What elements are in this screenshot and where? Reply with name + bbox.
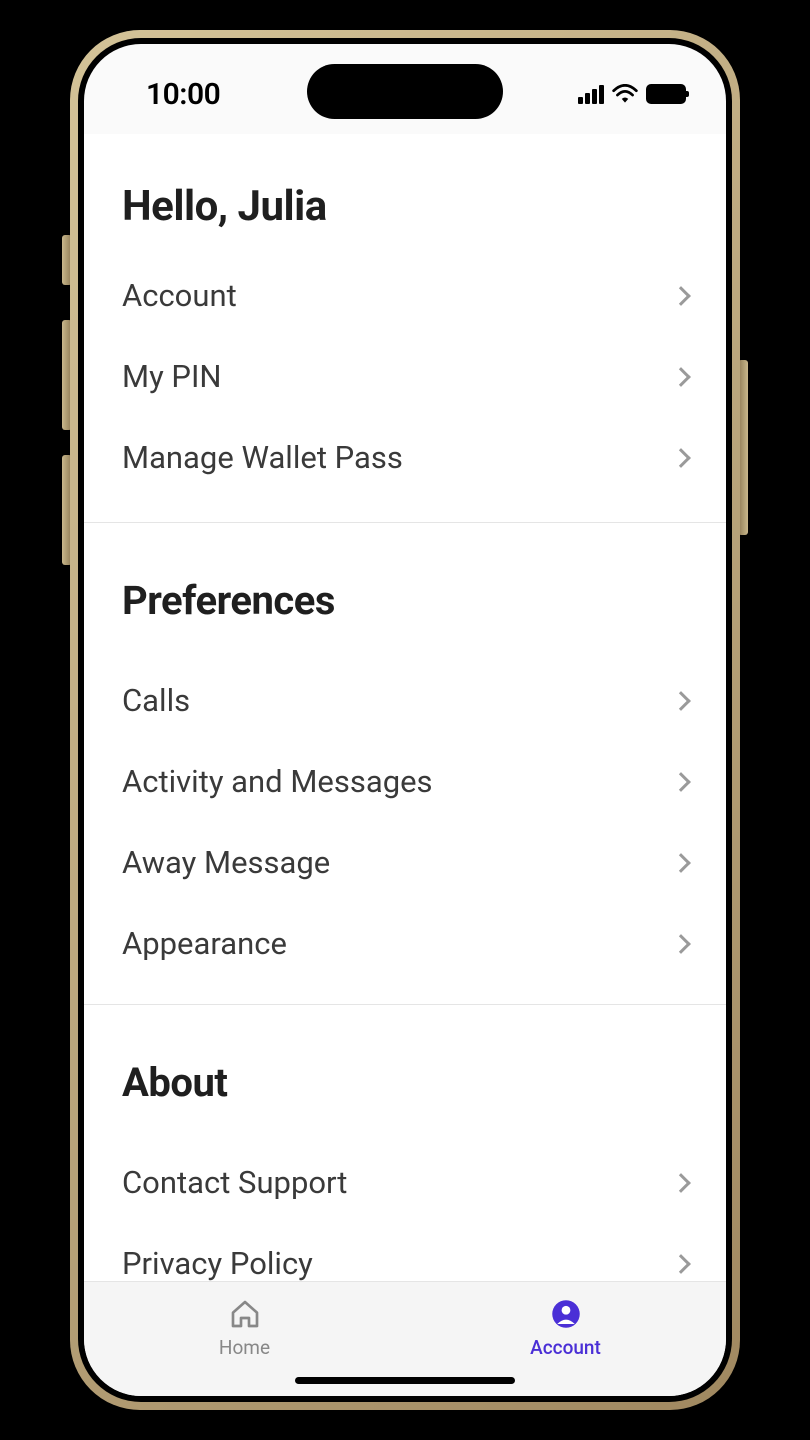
row-away-message[interactable]: Away Message xyxy=(84,822,726,903)
row-label: Privacy Policy xyxy=(122,1245,313,1281)
row-label: My PIN xyxy=(122,358,222,395)
row-label: Manage Wallet Pass xyxy=(122,439,403,476)
battery-icon xyxy=(646,84,686,104)
chevron-right-icon xyxy=(671,1254,691,1274)
account-icon xyxy=(548,1296,584,1332)
row-account[interactable]: Account xyxy=(84,255,726,336)
tab-account-label: Account xyxy=(530,1336,601,1359)
status-time: 10:00 xyxy=(124,77,220,112)
row-my-pin[interactable]: My PIN xyxy=(84,336,726,417)
chevron-right-icon xyxy=(671,934,691,954)
home-indicator[interactable] xyxy=(295,1377,515,1384)
wifi-icon xyxy=(612,84,638,104)
row-label: Calls xyxy=(122,682,190,719)
row-label: Appearance xyxy=(122,925,287,962)
phone-frame: 10:00 xyxy=(0,0,810,1440)
row-manage-wallet-pass[interactable]: Manage Wallet Pass xyxy=(84,417,726,498)
dynamic-island xyxy=(307,64,503,119)
row-calls[interactable]: Calls xyxy=(84,660,726,741)
chevron-right-icon xyxy=(671,448,691,468)
row-label: Account xyxy=(122,277,237,314)
section-preferences: Preferences Calls Activity and Messages … xyxy=(84,523,726,1005)
row-contact-support[interactable]: Contact Support xyxy=(84,1142,726,1223)
home-icon xyxy=(227,1296,263,1332)
section-header-about: About xyxy=(84,1005,726,1142)
chevron-right-icon xyxy=(671,853,691,873)
cellular-signal-icon xyxy=(578,84,604,104)
row-label: Away Message xyxy=(122,844,330,881)
bezel: 10:00 xyxy=(70,30,740,1410)
row-label: Activity and Messages xyxy=(122,763,433,800)
section-header-preferences: Preferences xyxy=(84,523,726,660)
greeting: Hello, Julia xyxy=(84,134,726,255)
tab-account[interactable]: Account xyxy=(506,1296,626,1359)
row-privacy-policy[interactable]: Privacy Policy xyxy=(84,1223,726,1281)
chevron-right-icon xyxy=(671,367,691,387)
section-about: About Contact Support Privacy Policy Ter… xyxy=(84,1005,726,1281)
screen: 10:00 xyxy=(84,44,726,1396)
row-appearance[interactable]: Appearance xyxy=(84,903,726,984)
chevron-right-icon xyxy=(671,286,691,306)
row-label: Contact Support xyxy=(122,1164,347,1201)
chevron-right-icon xyxy=(671,1173,691,1193)
row-activity-messages[interactable]: Activity and Messages xyxy=(84,741,726,822)
chevron-right-icon xyxy=(671,691,691,711)
chevron-right-icon xyxy=(671,772,691,792)
section-account: Hello, Julia Account My PIN Manage Walle… xyxy=(84,134,726,523)
tab-home[interactable]: Home xyxy=(185,1296,305,1359)
content-scroll[interactable]: Hello, Julia Account My PIN Manage Walle… xyxy=(84,134,726,1281)
status-icons xyxy=(578,84,686,104)
tab-home-label: Home xyxy=(219,1336,270,1359)
